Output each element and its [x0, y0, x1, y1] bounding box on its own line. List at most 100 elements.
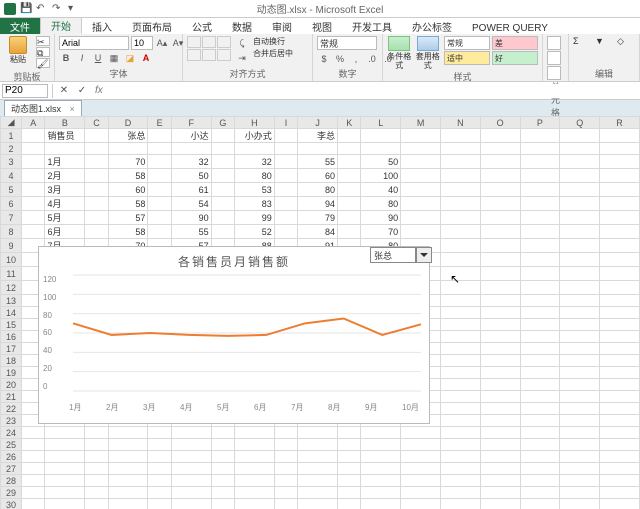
cell[interactable] — [560, 427, 600, 439]
cell[interactable] — [401, 475, 441, 487]
cell[interactable] — [85, 169, 108, 183]
cell[interactable]: 90 — [171, 211, 211, 225]
cell[interactable] — [560, 451, 600, 463]
table-row[interactable]: 64月5854839480 — [1, 197, 640, 211]
cell[interactable] — [440, 225, 480, 239]
cell[interactable] — [600, 319, 640, 331]
cell[interactable] — [440, 475, 480, 487]
cell[interactable] — [600, 183, 640, 197]
name-box[interactable] — [2, 84, 48, 98]
cell[interactable] — [338, 183, 361, 197]
cell[interactable] — [298, 463, 338, 475]
cell[interactable] — [520, 183, 560, 197]
cell[interactable] — [520, 451, 560, 463]
cell[interactable] — [600, 415, 640, 427]
cell[interactable] — [22, 197, 45, 211]
cell[interactable] — [298, 487, 338, 499]
cell[interactable] — [298, 451, 338, 463]
cell[interactable] — [45, 143, 85, 155]
cell[interactable] — [401, 487, 441, 499]
cell[interactable] — [108, 143, 148, 155]
tab-insert[interactable]: 插入 — [82, 17, 122, 34]
col-header[interactable]: K — [338, 117, 361, 129]
cell[interactable]: 6月 — [45, 225, 85, 239]
cell[interactable] — [361, 451, 401, 463]
cell[interactable] — [338, 499, 361, 509]
format-painter-button[interactable]: 🖌 — [36, 58, 50, 68]
cell[interactable] — [560, 211, 600, 225]
cell[interactable]: 5月 — [45, 211, 85, 225]
italic-icon[interactable]: I — [75, 51, 89, 65]
cell[interactable] — [338, 197, 361, 211]
row-header[interactable]: 27 — [1, 463, 22, 475]
cell[interactable] — [600, 129, 640, 143]
enter-icon[interactable]: ✓ — [75, 84, 89, 98]
cell[interactable] — [274, 439, 297, 451]
cell[interactable] — [148, 499, 171, 509]
cell[interactable]: 54 — [171, 197, 211, 211]
cell[interactable] — [480, 415, 520, 427]
cell[interactable] — [560, 439, 600, 451]
cell[interactable] — [274, 225, 297, 239]
cell[interactable]: 99 — [235, 211, 275, 225]
tab-pq[interactable]: POWER QUERY — [462, 21, 558, 34]
table-row[interactable]: 31月7032325550 — [1, 155, 640, 169]
cell[interactable] — [560, 343, 600, 355]
qat-more-icon[interactable]: ▾ — [68, 3, 80, 15]
cell[interactable] — [440, 281, 480, 295]
col-header[interactable]: J — [298, 117, 338, 129]
autosum-icon[interactable]: Σ — [573, 36, 591, 50]
cell[interactable] — [480, 225, 520, 239]
style-normal[interactable]: 常规 — [444, 36, 490, 50]
cell[interactable] — [45, 439, 85, 451]
cell[interactable] — [401, 183, 441, 197]
cell[interactable] — [520, 343, 560, 355]
cell[interactable] — [440, 169, 480, 183]
cell[interactable] — [440, 197, 480, 211]
cell[interactable] — [600, 367, 640, 379]
cell[interactable] — [85, 427, 108, 439]
cell[interactable] — [440, 343, 480, 355]
cell[interactable] — [520, 391, 560, 403]
row-header[interactable]: 10 — [1, 253, 22, 267]
cell[interactable] — [22, 439, 45, 451]
cell[interactable] — [480, 197, 520, 211]
cell[interactable] — [480, 155, 520, 169]
cell[interactable] — [560, 307, 600, 319]
cell[interactable] — [235, 439, 275, 451]
cell[interactable]: 53 — [235, 183, 275, 197]
cell[interactable] — [560, 355, 600, 367]
row-header[interactable]: 25 — [1, 439, 22, 451]
cell[interactable] — [274, 129, 297, 143]
border-icon[interactable]: ▦ — [107, 51, 121, 65]
font-name-input[interactable] — [59, 36, 129, 50]
row-header[interactable]: 28 — [1, 475, 22, 487]
table-row[interactable]: 29 — [1, 487, 640, 499]
cell[interactable] — [560, 415, 600, 427]
cell[interactable] — [600, 427, 640, 439]
cell[interactable]: 2月 — [45, 169, 85, 183]
cell[interactable] — [600, 225, 640, 239]
cell[interactable] — [148, 487, 171, 499]
chart[interactable]: 各销售员月销售额 120100806040200 1月2月3月4月5月6月7月8… — [38, 246, 430, 424]
cell[interactable] — [108, 487, 148, 499]
cell[interactable] — [480, 487, 520, 499]
cell[interactable] — [440, 487, 480, 499]
row-header[interactable]: 8 — [1, 225, 22, 239]
cell[interactable] — [298, 427, 338, 439]
cell[interactable] — [560, 367, 600, 379]
cell[interactable] — [361, 475, 401, 487]
cell[interactable]: 58 — [108, 169, 148, 183]
cell[interactable] — [440, 415, 480, 427]
cell[interactable]: 58 — [108, 197, 148, 211]
cell[interactable] — [480, 295, 520, 307]
table-row[interactable]: 27 — [1, 463, 640, 475]
cell[interactable] — [85, 439, 108, 451]
col-header[interactable]: I — [274, 117, 297, 129]
comma-icon[interactable]: , — [349, 52, 363, 66]
cell[interactable] — [338, 451, 361, 463]
cell[interactable] — [211, 129, 234, 143]
row-header[interactable]: 13 — [1, 295, 22, 307]
cell[interactable] — [401, 211, 441, 225]
tab-dev[interactable]: 开发工具 — [342, 17, 402, 34]
